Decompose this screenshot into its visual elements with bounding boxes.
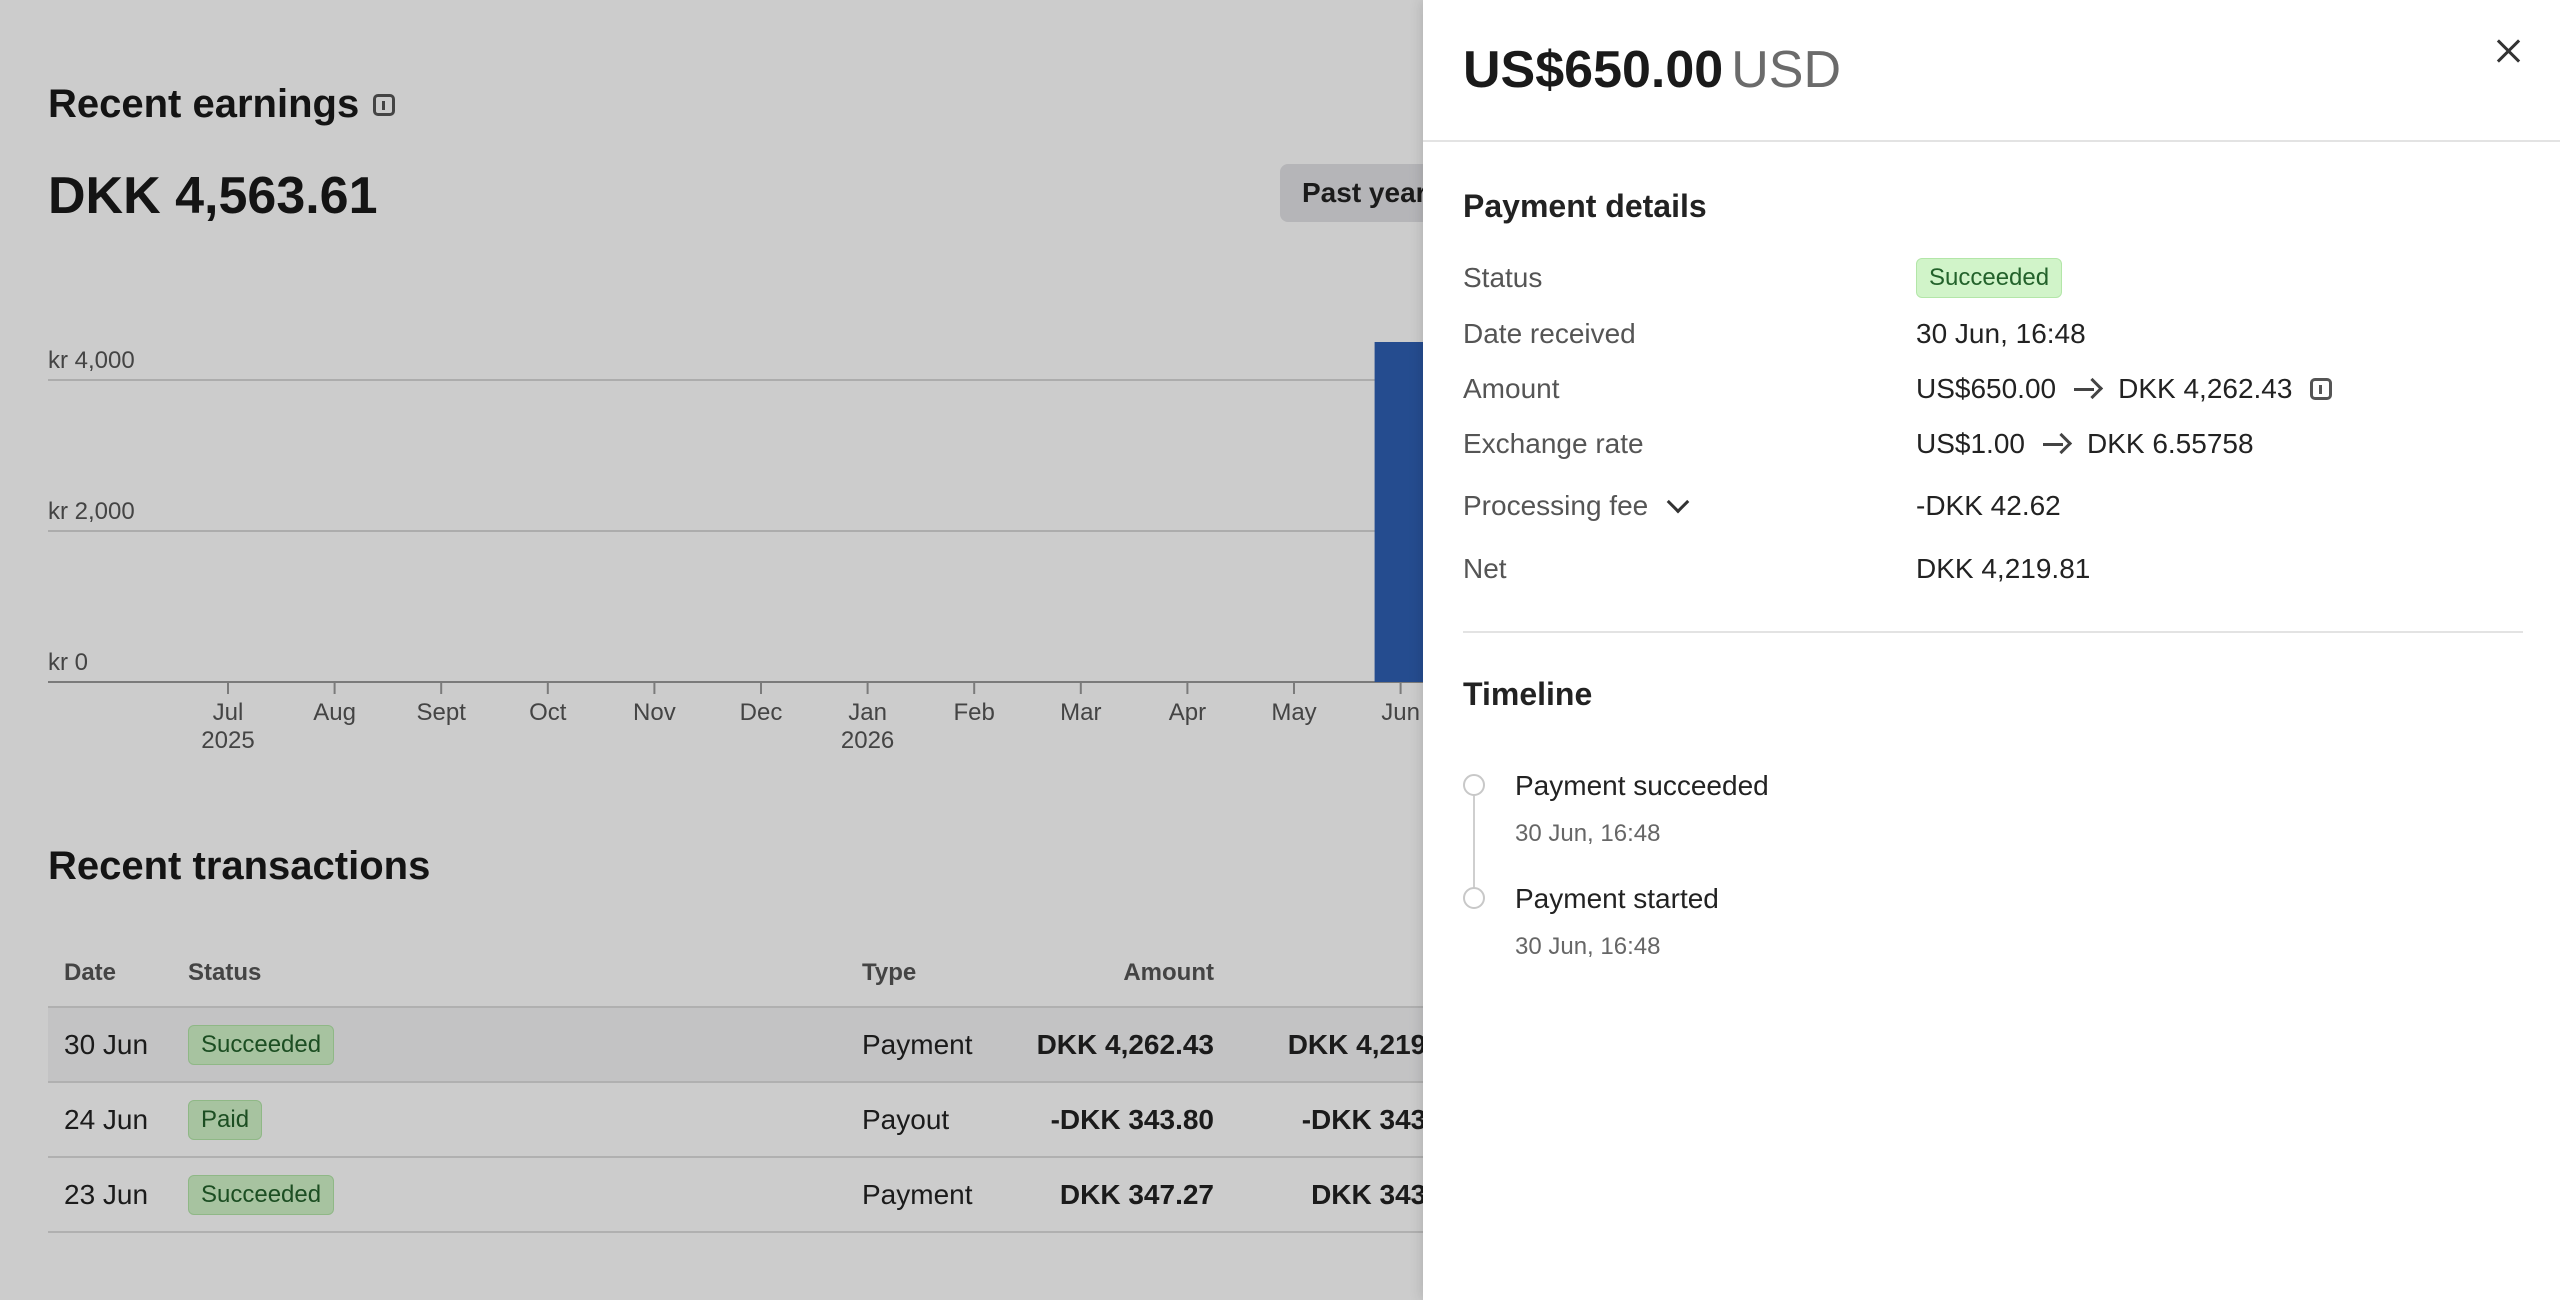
net-value: DKK 4,219.81 — [1916, 553, 2091, 584]
timeline-time: 30 Jun, 16:48 — [1515, 820, 1661, 847]
processing-fee-value: -DKK 42.62 — [1916, 490, 2061, 521]
rate-to: DKK 6.55758 — [2086, 428, 2254, 459]
timeline-title: Timeline — [1463, 676, 1593, 712]
chevron-down-icon[interactable] — [1666, 490, 1690, 514]
amount-label: Amount — [1463, 373, 1560, 404]
arrow-right-icon — [2074, 379, 2100, 399]
detail-row-date: Date received 30 Jun, 16:48 — [1463, 318, 2523, 350]
amount-to: DKK 4,262.43 — [2118, 373, 2293, 404]
exchange-rate-label: Exchange rate — [1463, 428, 1644, 459]
status-label: Status — [1463, 262, 1543, 293]
payment-detail-drawer: US$650.00 USD Payment details Status Succ… — [1423, 0, 2560, 1300]
amount-from: US$650.00 — [1916, 373, 2057, 404]
detail-row-net: Net DKK 4,219.81 — [1463, 553, 2523, 585]
drawer-title: US$650.00 USD — [1463, 40, 1841, 100]
date-received-label: Date received — [1463, 318, 1636, 349]
net-label: Net — [1463, 553, 1507, 584]
payment-amount: US$650.00 — [1463, 41, 1724, 99]
timeline-event: Payment succeeded — [1515, 770, 1769, 801]
detail-row-processing-fee[interactable]: Processing fee -DKK 42.62 — [1463, 490, 2523, 522]
payment-currency: USD — [1731, 41, 1841, 99]
date-received-value: 30 Jun, 16:48 — [1916, 318, 2086, 349]
timeline-connector — [1473, 795, 1475, 895]
timeline-dot — [1463, 774, 1485, 796]
section-divider — [1463, 631, 2523, 633]
payment-details-title: Payment details — [1463, 188, 1707, 224]
status-badge: Succeeded — [1916, 258, 2063, 298]
timeline-dot — [1463, 887, 1485, 909]
processing-fee-label: Processing fee — [1463, 490, 1649, 521]
detail-row-amount: Amount US$650.00 DKK 4,262.43 — [1463, 373, 2523, 405]
close-icon[interactable] — [2489, 32, 2527, 70]
detail-row-status: Status Succeeded — [1463, 258, 2523, 298]
detail-row-exchange-rate: Exchange rate US$1.00 DKK 6.55758 — [1463, 428, 2523, 460]
timeline-event: Payment started — [1515, 883, 1719, 914]
info-icon[interactable] — [2310, 378, 2333, 400]
arrow-right-icon — [2042, 434, 2069, 454]
rate-from: US$1.00 — [1916, 428, 2025, 459]
drawer-header: US$650.00 USD — [1423, 0, 2560, 142]
timeline-time: 30 Jun, 16:48 — [1515, 933, 1661, 960]
